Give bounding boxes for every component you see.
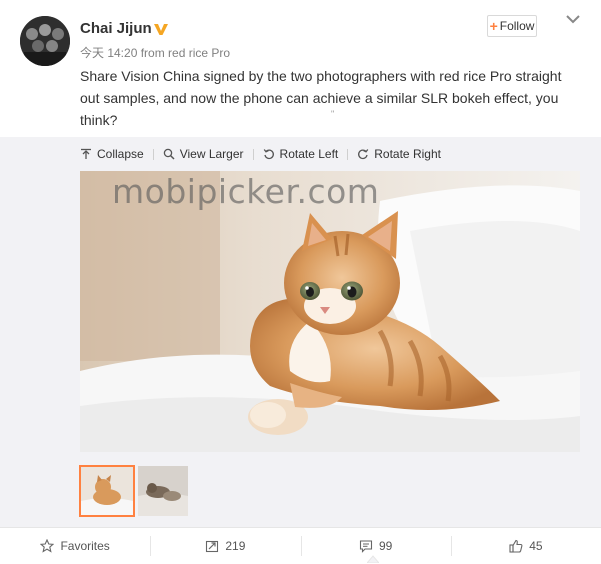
rotate-left-label: Rotate Left bbox=[279, 147, 339, 161]
rotate-right-button[interactable]: Rotate Right bbox=[357, 147, 441, 161]
author-name[interactable]: Chai Jijun bbox=[80, 20, 152, 37]
follow-button[interactable]: + Follow bbox=[487, 15, 537, 37]
post-source[interactable]: from red rice Pro bbox=[141, 46, 230, 60]
toolbar-divider bbox=[347, 148, 349, 160]
thumbs-up-icon bbox=[509, 539, 523, 553]
repost-icon bbox=[206, 540, 219, 553]
favorites-label: Favorites bbox=[60, 539, 110, 553]
comment-icon bbox=[359, 540, 372, 553]
star-icon bbox=[40, 539, 55, 553]
collapse-button[interactable]: Collapse bbox=[80, 147, 144, 161]
post-time[interactable]: 今天 14:20 bbox=[80, 46, 137, 60]
collapse-label: Collapse bbox=[97, 147, 144, 161]
like-button[interactable]: 45 bbox=[450, 536, 601, 556]
thumbnail-1-selected[interactable] bbox=[79, 465, 135, 517]
action-bar: Favorites 219 99 45 bbox=[0, 527, 601, 564]
weibo-post: Chai Jijun 今天 14:20 from red rice Pro + … bbox=[0, 0, 601, 564]
chevron-down-icon[interactable] bbox=[565, 14, 581, 26]
favorites-button[interactable]: Favorites bbox=[0, 536, 150, 556]
comment-button[interactable]: 99 bbox=[300, 536, 451, 556]
main-photo[interactable] bbox=[80, 171, 580, 452]
avatar[interactable] bbox=[20, 16, 70, 66]
collapse-icon bbox=[81, 148, 91, 159]
watermark: mobipicker.com bbox=[112, 172, 380, 211]
view-larger-label: View Larger bbox=[179, 147, 244, 161]
thumbnail-2[interactable] bbox=[138, 466, 188, 516]
search-icon bbox=[163, 148, 175, 160]
rotate-left-icon bbox=[263, 149, 274, 160]
toolbar-divider bbox=[252, 148, 254, 160]
follow-label: Follow bbox=[499, 19, 535, 33]
rotate-right-label: Rotate Right bbox=[374, 147, 441, 161]
comments-caret-icon bbox=[367, 555, 379, 563]
post-text: Share Vision China signed by the two pho… bbox=[80, 68, 562, 128]
toolbar-divider bbox=[152, 148, 154, 160]
verified-v-icon bbox=[154, 24, 168, 35]
comment-count: 99 bbox=[378, 539, 393, 553]
rotate-right-icon bbox=[358, 149, 369, 160]
repost-button[interactable]: 219 bbox=[150, 536, 300, 556]
view-larger-button[interactable]: View Larger bbox=[163, 147, 244, 161]
tiny-mark: " bbox=[331, 109, 335, 119]
plus-icon: + bbox=[489, 18, 498, 34]
repost-count: 219 bbox=[225, 539, 246, 553]
like-count: 45 bbox=[529, 539, 543, 553]
post-meta: 今天 14:20 from red rice Pro bbox=[80, 44, 230, 61]
media-toolbar: Collapse View Larger Rotate Left Rotate … bbox=[80, 146, 441, 162]
rotate-left-button[interactable]: Rotate Left bbox=[263, 147, 339, 161]
